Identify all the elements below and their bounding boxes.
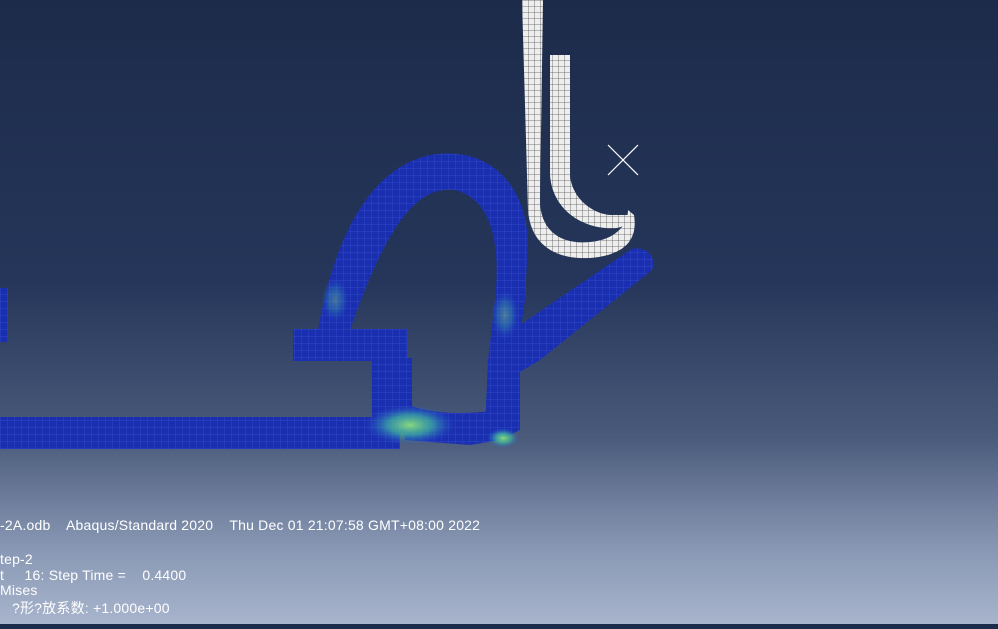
- deformation-scale-info: ?形?放系数: +1.000e+00: [12, 600, 170, 616]
- rigid-hook-inner: [550, 55, 630, 229]
- variable-info: Mises: [0, 582, 38, 598]
- stress-hotspot-1: [365, 405, 455, 445]
- step-tab: [293, 329, 407, 361]
- abaqus-viewport[interactable]: -2A.odb Abaqus/Standard 2020 Thu Dec 01 …: [0, 0, 998, 624]
- bottom-strip: [0, 417, 400, 449]
- step-info: tep-2: [0, 551, 33, 567]
- left-edge-part: [0, 288, 8, 342]
- stress-hotspot-2: [487, 428, 519, 448]
- reference-point-marker: [607, 144, 639, 176]
- stress-hotspot-3: [491, 290, 519, 340]
- stress-hotspot-4: [321, 278, 349, 322]
- odb-info: -2A.odb Abaqus/Standard 2020 Thu Dec 01 …: [0, 517, 481, 533]
- diagonal-lip: [520, 248, 654, 372]
- increment-info: t 16: Step Time = 0.4400: [0, 567, 187, 583]
